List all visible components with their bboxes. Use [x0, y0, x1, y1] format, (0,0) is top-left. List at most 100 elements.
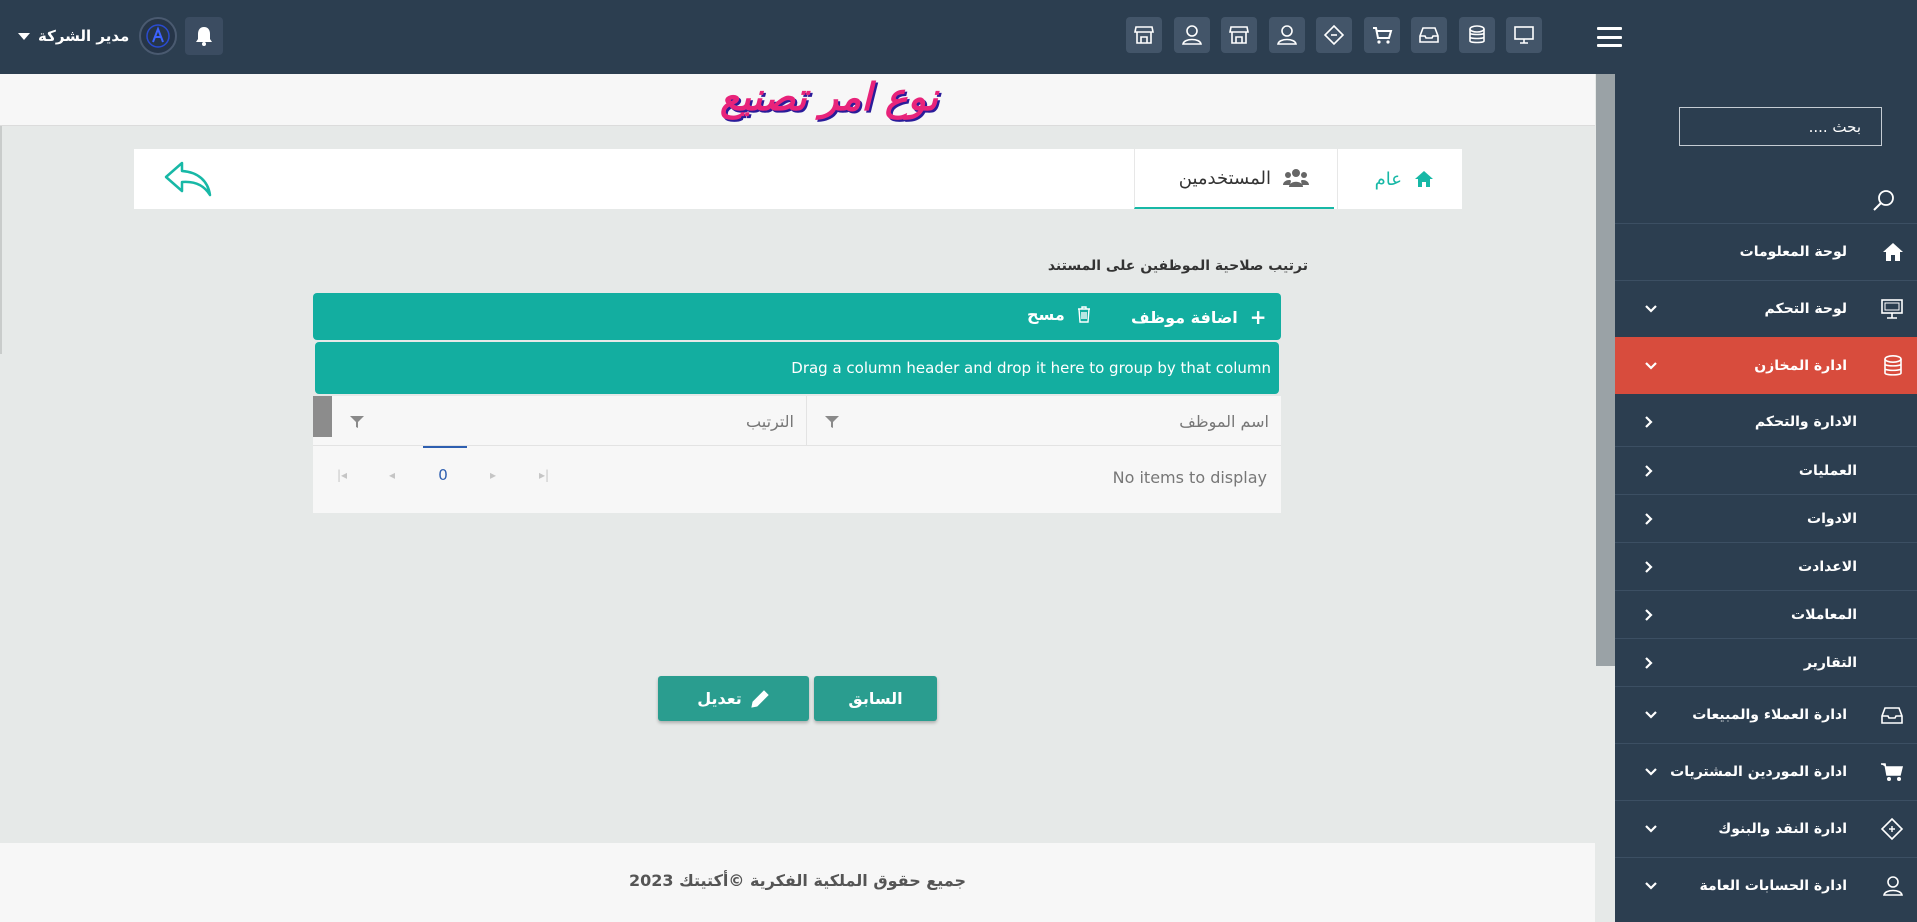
back-arrow-icon[interactable]	[164, 161, 212, 197]
sidebar-item-label: لوحة التحكم	[1764, 301, 1847, 317]
sidebar-item-label: الادوات	[1807, 510, 1857, 527]
sidebar-item-settings[interactable]: الاعدادت	[1615, 542, 1917, 590]
chevron-down-icon	[1645, 825, 1657, 833]
pencil-icon	[750, 689, 770, 709]
page-number[interactable]: 0	[423, 464, 463, 484]
chevron-right-icon	[1645, 512, 1653, 525]
sidebar-item-label: التقارير	[1803, 654, 1857, 671]
user-menu[interactable]: مدير الشركة	[18, 17, 224, 55]
last-page-icon[interactable]: ▸|	[539, 468, 549, 482]
page-title: نوع امر تصنيع	[720, 75, 938, 119]
chevron-down-icon	[1645, 768, 1657, 776]
section-label: ترتيب صلاحية الموظفين على المستند	[1047, 258, 1308, 274]
monitor-icon	[1880, 298, 1904, 320]
group-by-panel[interactable]: Drag a column header and drop it here to…	[315, 342, 1279, 394]
notifications-button[interactable]	[185, 17, 224, 55]
ticket-icon[interactable]	[1316, 17, 1352, 53]
edit-button[interactable]: تعديل	[658, 676, 809, 721]
chevron-right-icon	[1645, 656, 1653, 669]
caret-down-icon[interactable]	[18, 32, 30, 40]
sidebar-item-warehouses[interactable]: ادارة المخازن	[1615, 337, 1917, 394]
sidebar-item-label: ادارة الحسابات العامة	[1699, 878, 1847, 894]
avatar[interactable]	[139, 17, 178, 55]
menu-toggle-icon[interactable]	[1597, 27, 1622, 47]
search-icon[interactable]	[1872, 188, 1896, 212]
sidebar-item-label: المعاملات	[1791, 606, 1857, 623]
database-icon[interactable]	[1458, 17, 1495, 53]
shop-icon[interactable]	[1221, 17, 1257, 53]
sidebar-item-transactions[interactable]: المعاملات	[1615, 590, 1917, 638]
sidebar-search-input[interactable]	[1679, 107, 1882, 146]
pager: |◂ ◂ 0 ▸ ▸| No items to display	[313, 446, 1281, 513]
chevron-right-icon	[1645, 416, 1653, 428]
sidebar-item-label: ادارة الموردين المشتريات	[1670, 764, 1847, 780]
first-page-icon[interactable]: |◂	[337, 468, 347, 482]
data-grid: الترتيب اسم الموظف |◂ ◂ 0 ▸ ▸| No items …	[313, 396, 1281, 513]
monitor-icon[interactable]	[1506, 17, 1542, 53]
inbox-icon[interactable]	[1411, 17, 1447, 53]
tab-general[interactable]: عام	[1337, 149, 1462, 209]
column-employee-title: اسم الموظف	[1179, 411, 1269, 431]
chevron-right-icon	[1645, 608, 1653, 621]
home-icon	[1414, 170, 1434, 188]
sidebar-item-label: الاعدادت	[1798, 558, 1857, 575]
tab-users[interactable]: المستخدمين	[1134, 149, 1334, 209]
column-chooser-handle[interactable]	[313, 396, 332, 437]
filter-icon[interactable]	[825, 415, 839, 429]
trash-icon	[1077, 306, 1091, 323]
bell-icon	[196, 27, 213, 46]
inbox-icon	[1880, 704, 1904, 726]
sidebar-item-label: ادارة العملاء والمبيعات	[1692, 707, 1847, 723]
sidebar-item-suppliers-purchases[interactable]: ادارة الموردين المشتريات	[1615, 743, 1917, 800]
company-logo-icon	[146, 24, 171, 48]
ticket-icon	[1880, 817, 1904, 841]
filter-icon[interactable]	[350, 415, 364, 429]
user-icon[interactable]	[1173, 17, 1210, 53]
sidebar-item-label: لوحة المعلومات	[1739, 244, 1847, 260]
column-header-order[interactable]: الترتيب	[332, 396, 807, 446]
scrollbar-thumb[interactable]	[1596, 74, 1615, 666]
cart-icon[interactable]	[1363, 17, 1400, 53]
copyright-text: جميع حقوق الملكية الفكرية ©أكتيتك 2023	[628, 871, 967, 890]
sidebar-item-label: الادارة والتحكم	[1754, 414, 1857, 430]
sidebar-item-label: العمليات	[1798, 462, 1857, 479]
quick-links	[1126, 17, 1554, 53]
top-bar: مدير الشركة	[0, 0, 1917, 74]
delete-button[interactable]: مسح	[1027, 305, 1091, 324]
chevron-down-icon	[1645, 305, 1657, 313]
sidebar-item-reports[interactable]: التقارير	[1615, 638, 1917, 686]
divider	[0, 126, 2, 354]
chevron-down-icon	[1645, 882, 1657, 890]
chevron-down-icon	[1645, 711, 1657, 719]
add-employee-label: اضافة موظف	[1131, 307, 1238, 327]
sidebar-item-general-accounts[interactable]: ادارة الحسابات العامة	[1615, 857, 1917, 914]
prev-page-icon[interactable]: ◂	[389, 468, 395, 482]
add-employee-button[interactable]: + اضافة موظف	[1131, 305, 1267, 329]
no-items-message: No items to display	[1112, 468, 1267, 487]
next-page-icon[interactable]: ▸	[490, 468, 496, 482]
user-icon	[1882, 875, 1904, 897]
sidebar-item-customers-sales[interactable]: ادارة العملاء والمبيعات	[1615, 686, 1917, 743]
tab-general-label: عام	[1374, 168, 1402, 190]
sidebar-item-control-panel[interactable]: لوحة التحكم	[1615, 280, 1917, 337]
previous-button[interactable]: السابق	[814, 676, 937, 721]
chevron-down-icon	[1645, 361, 1657, 370]
users-icon	[1283, 168, 1309, 188]
tab-bar: عام المستخدمين	[134, 149, 1462, 209]
sidebar-item-label: ادارة النقد والبنوك	[1718, 821, 1847, 837]
column-order-title: الترتيب	[746, 411, 794, 431]
sidebar-item-operations[interactable]: العمليات	[1615, 446, 1917, 494]
column-header-employee[interactable]: اسم الموظف	[807, 396, 1281, 446]
user-name[interactable]: مدير الشركة	[38, 27, 129, 45]
title-bar: نوع امر تصنيع	[0, 74, 1595, 126]
sidebar-item-admin-control[interactable]: الادارة والتحكم	[1615, 398, 1917, 446]
sidebar-item-tools[interactable]: الادوات	[1615, 494, 1917, 542]
tab-users-label: المستخدمين	[1178, 167, 1271, 189]
store-icon[interactable]	[1126, 17, 1162, 53]
footer: جميع حقوق الملكية الفكرية ©أكتيتك 2023	[0, 843, 1595, 922]
sidebar-item-cash-banks[interactable]: ادارة النقد والبنوك	[1615, 800, 1917, 857]
account-icon[interactable]	[1268, 17, 1305, 53]
chevron-right-icon	[1645, 464, 1653, 477]
sidebar-item-label: ادارة المخازن	[1754, 357, 1847, 374]
sidebar-item-dashboard[interactable]: لوحة المعلومات	[1615, 223, 1917, 280]
